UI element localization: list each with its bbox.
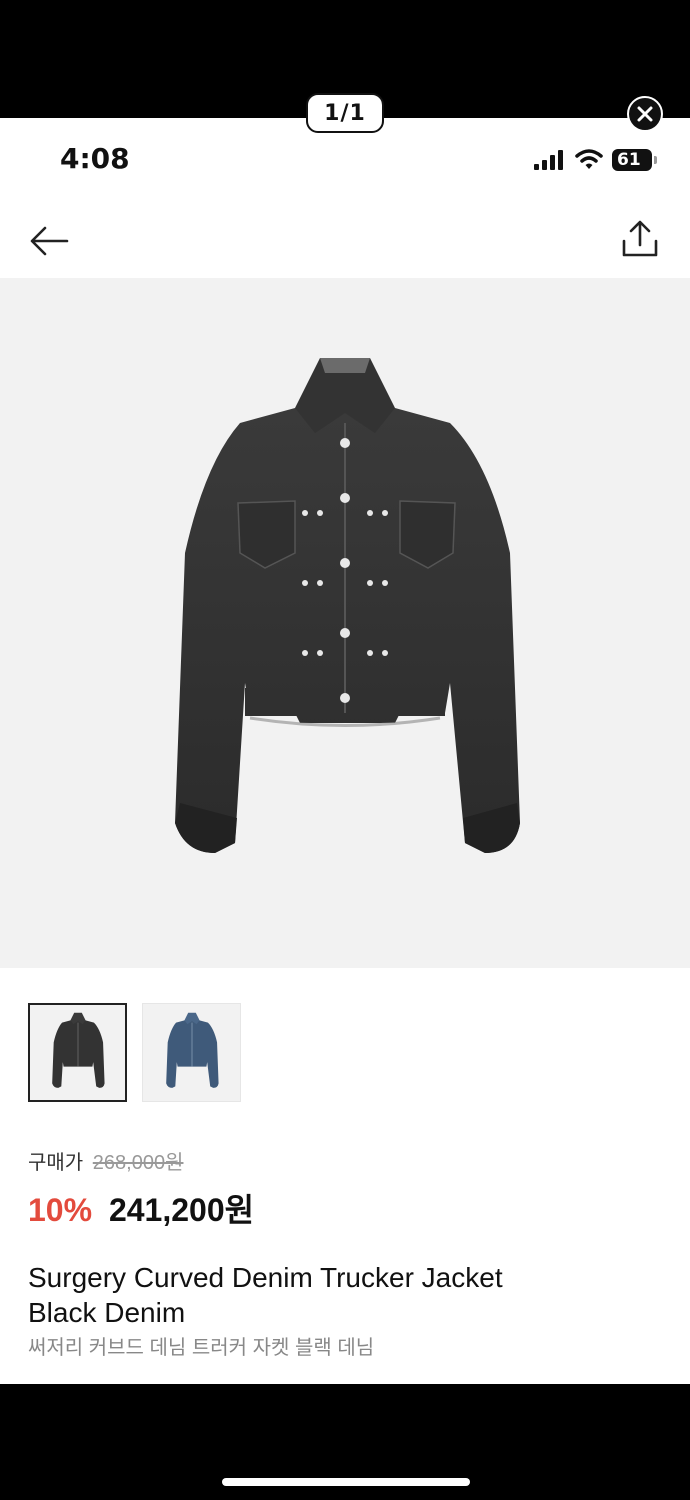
thumbnail-black-denim[interactable]: [28, 1003, 127, 1102]
price-section: 구매가 268,000원 10% 241,200원: [28, 1146, 668, 1231]
share-button[interactable]: [616, 214, 664, 264]
wifi-icon: [575, 149, 603, 169]
battery-indicator: 61: [612, 149, 657, 171]
blue-jacket-thumb-image: [165, 1012, 219, 1088]
price-label-row: 구매가 268,000원: [28, 1146, 668, 1175]
thumbnail-blue-denim[interactable]: [142, 1003, 241, 1102]
status-time: 4:08: [60, 142, 130, 175]
battery-level: 61: [617, 150, 641, 170]
product-title-en: Surgery Curved Denim Trucker Jacket Blac…: [28, 1260, 668, 1330]
thumbnail-gallery: [28, 1003, 241, 1102]
share-icon: [622, 220, 658, 257]
home-indicator[interactable]: [222, 1478, 470, 1486]
black-jacket-thumb-image: [51, 1012, 105, 1088]
arrow-left-icon: [30, 226, 69, 256]
sale-price: 241,200원: [108, 1192, 255, 1228]
price-label: 구매가: [28, 1152, 84, 1174]
viewer-close-button[interactable]: [627, 96, 663, 132]
black-denim-jacket-image: [175, 358, 520, 853]
close-icon: [637, 106, 653, 122]
discount-rate: 10%: [28, 1192, 93, 1228]
product-main-image[interactable]: [0, 278, 690, 968]
top-nav-bar: [0, 202, 690, 278]
page-counter: 1/1: [306, 93, 384, 133]
product-title-section: Surgery Curved Denim Trucker Jacket Blac…: [28, 1260, 668, 1362]
back-button[interactable]: [26, 218, 72, 264]
app-screen: 4:08 61 구매가 268,000원 10% 241,200원 Surger…: [0, 118, 690, 1384]
product-title-line2: Black Denim: [28, 1297, 186, 1328]
original-price: 268,000원: [92, 1152, 184, 1174]
cellular-signal-icon: [534, 150, 563, 170]
product-title-ko: 써저리 커브드 데님 트러커 자켓 블랙 데님: [28, 1337, 375, 1359]
sale-price-row: 10% 241,200원: [28, 1185, 668, 1231]
product-title-line1: Surgery Curved Denim Trucker Jacket: [28, 1262, 503, 1293]
